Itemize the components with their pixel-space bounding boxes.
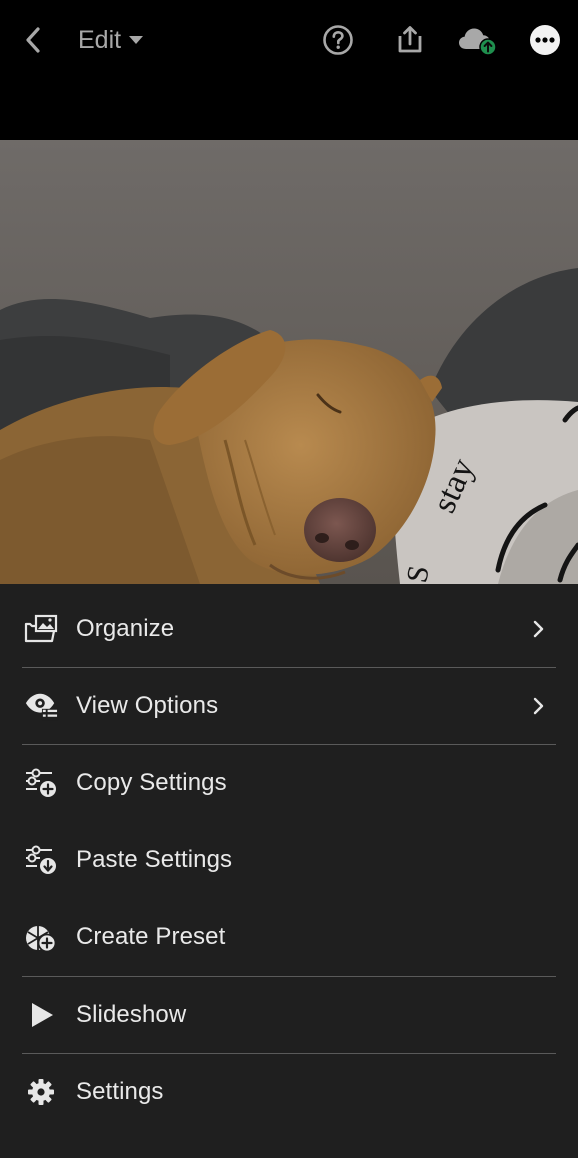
settings-icon	[24, 1075, 58, 1109]
view-options-icon	[24, 689, 58, 723]
menu-item-settings[interactable]: Settings	[0, 1054, 578, 1130]
menu-item-label: Create Preset	[76, 923, 226, 950]
menu-item-organize[interactable]: Organize	[0, 591, 578, 667]
share-button[interactable]	[392, 22, 428, 58]
caret-down-icon	[129, 35, 144, 44]
help-icon	[323, 25, 353, 55]
more-icon	[530, 25, 560, 55]
create-preset-icon	[24, 920, 58, 954]
cloud-sync-icon	[459, 28, 497, 56]
back-icon	[26, 27, 40, 53]
menu-item-slideshow[interactable]: Slideshow	[0, 977, 578, 1053]
actions-menu: Organize View Options Copy Settings Past…	[0, 584, 578, 1158]
top-bar: Edit	[0, 0, 578, 140]
copy-settings-icon	[24, 766, 58, 800]
menu-item-create-preset[interactable]: Create Preset	[0, 899, 578, 975]
chevron-right-icon	[528, 696, 548, 716]
menu-item-label: Paste Settings	[76, 846, 233, 873]
more-button[interactable]	[528, 23, 562, 57]
menu-item-label: View Options	[76, 692, 219, 719]
menu-item-view-options[interactable]: View Options	[0, 668, 578, 744]
help-button[interactable]	[320, 22, 356, 58]
back-button[interactable]	[16, 22, 50, 58]
paste-settings-icon	[24, 843, 58, 877]
menu-item-label: Copy Settings	[76, 769, 227, 796]
chevron-right-icon	[528, 619, 548, 639]
cloud-sync-button[interactable]	[456, 22, 500, 58]
organize-icon	[24, 612, 58, 646]
photo-preview: stay S	[0, 140, 578, 584]
dog-photo: stay S	[0, 140, 578, 584]
edit-mode-dropdown[interactable]: Edit	[78, 22, 144, 58]
menu-item-copy-settings[interactable]: Copy Settings	[0, 745, 578, 821]
slideshow-icon	[24, 998, 58, 1032]
menu-item-label: Slideshow	[76, 1001, 187, 1028]
menu-item-label: Organize	[76, 615, 175, 642]
share-icon	[398, 26, 422, 53]
edit-label: Edit	[78, 25, 122, 54]
menu-item-paste-settings[interactable]: Paste Settings	[0, 822, 578, 898]
menu-item-label: Settings	[76, 1078, 164, 1105]
